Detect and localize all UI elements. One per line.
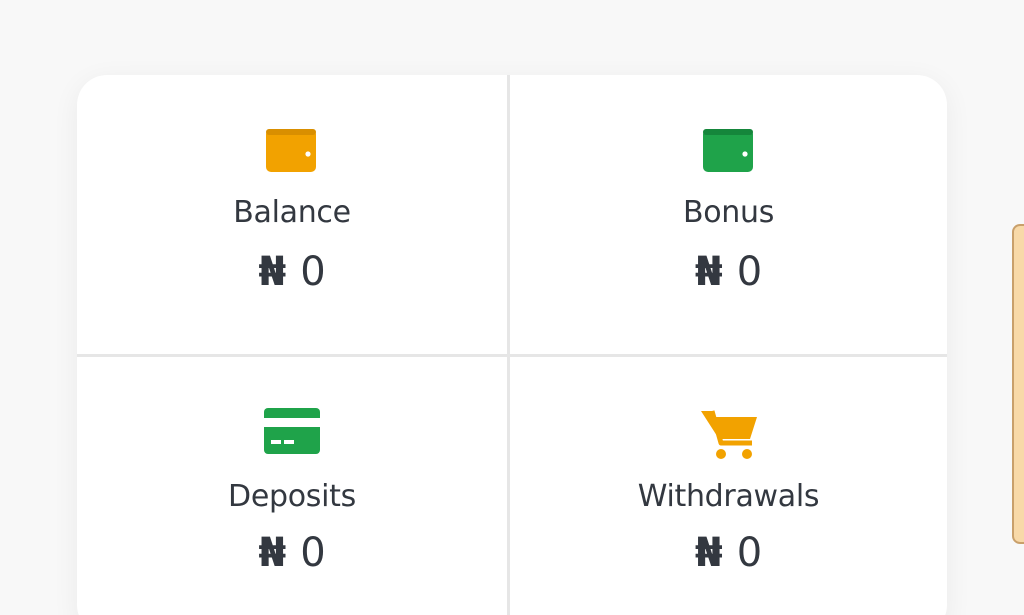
credit-card-icon — [263, 407, 321, 455]
currency-symbol: ₦ — [258, 249, 287, 295]
deposits-value: 0 — [300, 530, 326, 576]
currency-symbol: ₦ — [694, 249, 723, 295]
bonus-label: Bonus — [682, 195, 775, 230]
page: Balance ₦ 0 Bonus ₦ 0 Deposits ₦ 0 Withd… — [0, 0, 1024, 615]
balance-tile[interactable]: Balance ₦ 0 — [77, 75, 510, 357]
balance-value: 0 — [300, 249, 326, 295]
shopping-cart-icon — [699, 407, 759, 461]
deposits-label: Deposits — [228, 479, 356, 514]
currency-symbol: ₦ — [694, 530, 723, 576]
account-summary-card: Balance ₦ 0 Bonus ₦ 0 Deposits ₦ 0 Withd… — [77, 75, 947, 615]
balance-label: Balance — [233, 195, 351, 230]
deposits-tile[interactable]: Deposits ₦ 0 — [77, 357, 510, 615]
withdrawals-label: Withdrawals — [637, 479, 820, 514]
withdrawals-value: 0 — [736, 530, 763, 576]
deposits-amount: ₦ 0 — [77, 530, 507, 576]
bonus-value: 0 — [736, 249, 763, 295]
wallet-icon — [702, 127, 756, 173]
bonus-amount: ₦ 0 — [510, 249, 947, 295]
scrollbar-thumb[interactable] — [1012, 224, 1024, 544]
withdrawals-tile[interactable]: Withdrawals ₦ 0 — [510, 357, 947, 615]
bonus-tile[interactable]: Bonus ₦ 0 — [510, 75, 947, 357]
balance-amount: ₦ 0 — [77, 249, 507, 295]
wallet-icon — [265, 127, 319, 173]
currency-symbol: ₦ — [258, 530, 287, 576]
withdrawals-amount: ₦ 0 — [510, 530, 947, 576]
summary-grid: Balance ₦ 0 Bonus ₦ 0 Deposits ₦ 0 Withd… — [77, 75, 947, 615]
